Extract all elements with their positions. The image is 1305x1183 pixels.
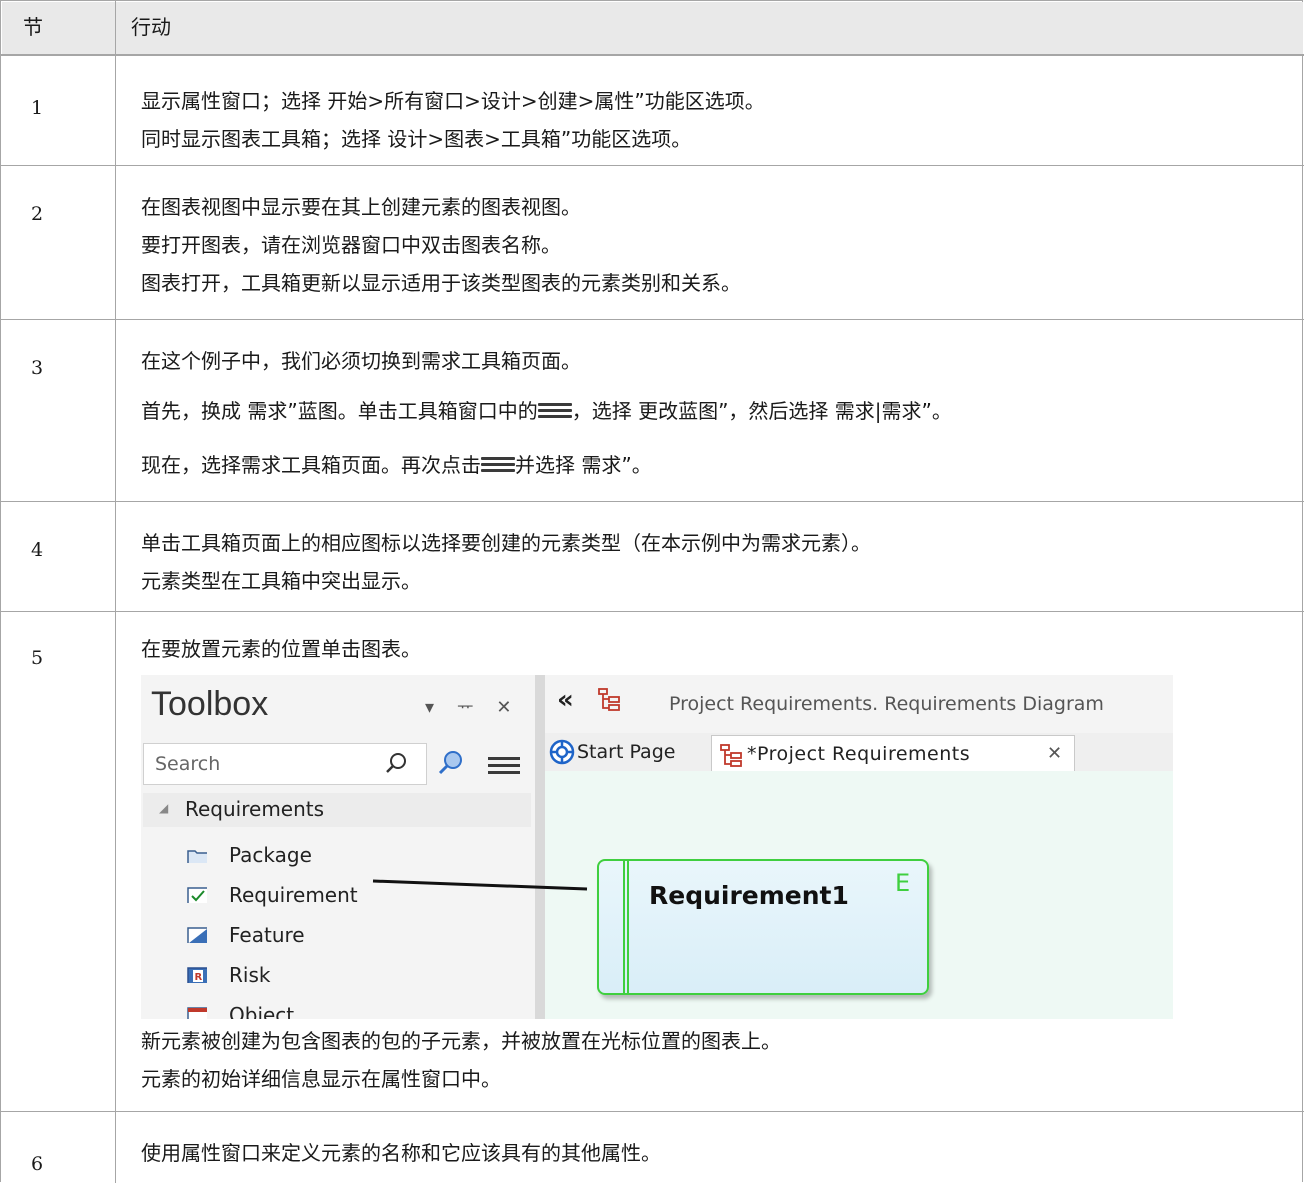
row-5-line: 在要放置元素的位置单击图表。 xyxy=(141,637,421,661)
row-4-line: 元素类型在工具箱中突出显示。 xyxy=(141,569,421,593)
row-2-line: 要打开图表，请在浏览器窗口中双击图表名称。 xyxy=(141,233,561,257)
row-divider xyxy=(1,1111,1304,1112)
embedded-screenshot: Toolbox ▾ ᅲ ✕ Search ◢ Requirements Pack… xyxy=(141,675,1173,1019)
row-1-line: 同时显示图表工具箱；选择 设计>图表>工具箱”功能区选项。 xyxy=(141,127,692,151)
row-4-line: 单击工具箱页面上的相应图标以选择要创建的元素类型（在本示例中为需求元素）。 xyxy=(141,531,871,555)
hamburger-menu-icon xyxy=(537,402,572,419)
header-step: 节 xyxy=(23,15,43,39)
row-5-number: 5 xyxy=(31,647,44,669)
row-2-number: 2 xyxy=(31,203,44,225)
row-3-number: 3 xyxy=(31,357,44,379)
row-2-line: 在图表视图中显示要在其上创建元素的图表视图。 xyxy=(141,195,581,219)
row-4-number: 4 xyxy=(31,539,44,561)
requirement-element-badge: E xyxy=(895,869,911,897)
row-3-line: 首先，换成 需求”蓝图。单击工具箱窗口中的 ，选择 更改蓝图”，然后选择 需求|需… xyxy=(141,397,952,425)
requirement-element-strip xyxy=(623,861,629,993)
steps-table: 节 行动 1 显示属性窗口；选择 开始>所有窗口>设计>创建>属性”功能区选项。… xyxy=(0,0,1304,1183)
row-5-line: 元素的初始详细信息显示在属性窗口中。 xyxy=(141,1067,501,1091)
requirement-element-name: Requirement1 xyxy=(649,881,849,910)
row-divider xyxy=(1,165,1304,166)
row-1-line: 显示属性窗口；选择 开始>所有窗口>设计>创建>属性”功能区选项。 xyxy=(141,89,765,113)
row-6-number: 6 xyxy=(31,1153,44,1175)
row-divider xyxy=(1,319,1304,320)
row-2-line: 图表打开，工具箱更新以显示适用于该类型图表的元素类别和关系。 xyxy=(141,271,741,295)
row-3-text: 并选择 需求”。 xyxy=(515,453,652,477)
row-divider xyxy=(1,501,1304,502)
requirement-element[interactable] xyxy=(597,859,929,995)
row-6-line: 使用属性窗口来定义元素的名称和它应该具有的其他属性。 xyxy=(141,1141,661,1165)
row-divider xyxy=(1,611,1304,612)
row-5-line: 新元素被创建为包含图表的包的子元素，并被放置在光标位置的图表上。 xyxy=(141,1029,781,1053)
row-3-line: 现在，选择需求工具箱页面。再次点击 并选择 需求”。 xyxy=(141,451,652,479)
row-3-text: 现在，选择需求工具箱页面。再次点击 xyxy=(141,453,481,477)
row-1-number: 1 xyxy=(31,97,44,119)
column-divider xyxy=(115,1,116,1183)
hamburger-menu-icon xyxy=(481,456,515,473)
header-divider xyxy=(1,54,1304,56)
row-3-text: ，选择 更改蓝图”，然后选择 需求|需求”。 xyxy=(571,399,952,423)
table-header xyxy=(2,2,1303,54)
row-3-line: 在这个例子中，我们必须切换到需求工具箱页面。 xyxy=(141,349,581,373)
row-3-text: 首先，换成 需求”蓝图。单击工具箱窗口中的 xyxy=(141,399,538,423)
header-action: 行动 xyxy=(131,15,171,39)
